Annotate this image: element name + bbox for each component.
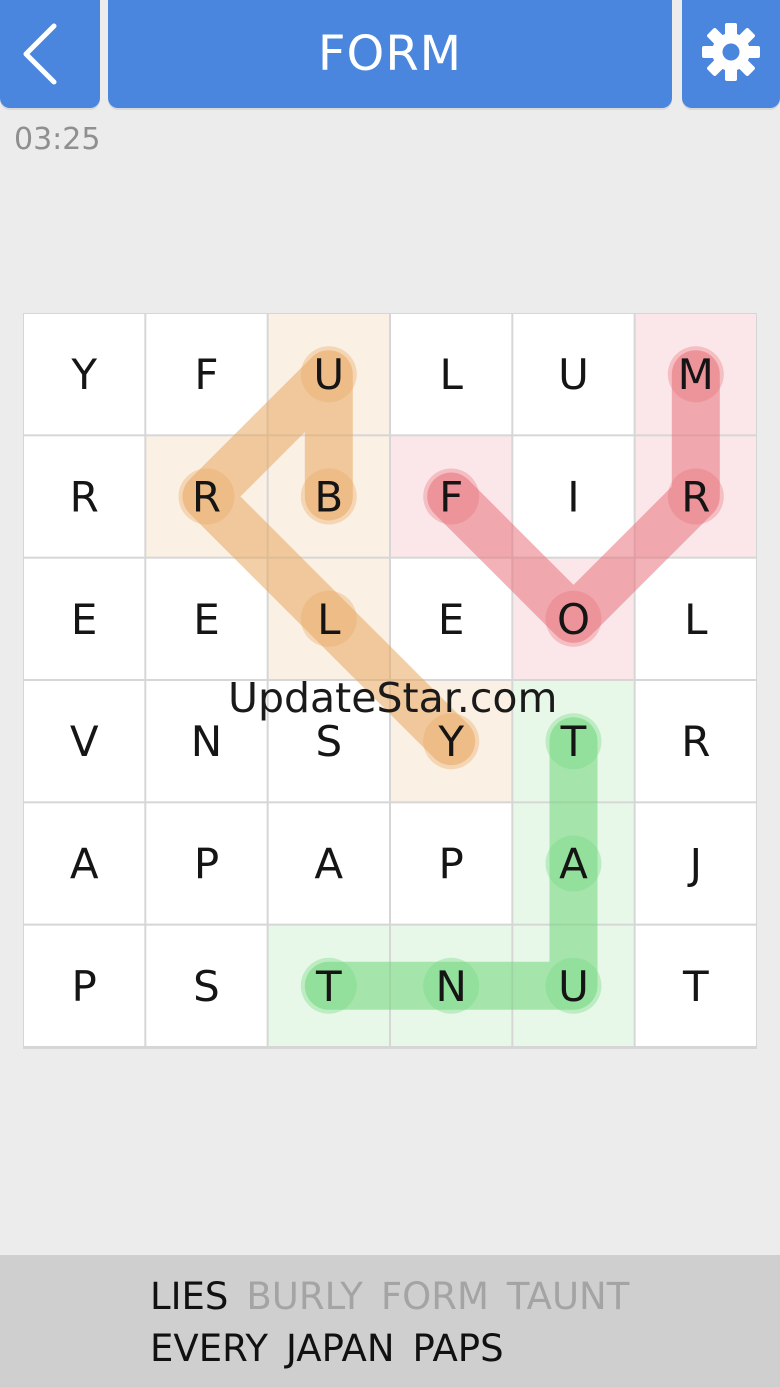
grid-letter: U [558,350,589,399]
title-bar: FORM [108,0,672,108]
word-list-item: PAPS [412,1327,504,1370]
grid-letter: P [439,840,464,889]
grid-letter: E [438,595,465,644]
grid-letter: U [558,962,589,1011]
word-list-item: LIES [150,1275,229,1318]
watermark: UpdateStar.com [228,674,558,722]
grid-letter: T [682,962,709,1011]
grid-letter: E [193,595,220,644]
timer: 03:25 [14,122,101,157]
word-list-item: TAUNT [506,1275,630,1318]
grid-letter: Y [437,717,464,766]
grid-letter: V [70,717,99,766]
chevron-left-icon [20,22,60,86]
grid-letter: S [315,717,342,766]
word-list-item: EVERY [150,1327,269,1370]
word-list-item: JAPAN [286,1327,395,1370]
grid-letter: S [193,962,220,1011]
grid-letter: J [687,840,702,889]
grid-letter: L [439,350,463,399]
grid-letter: E [71,595,98,644]
word-list-row: LIES BURLY FORM TAUNT [150,1275,647,1318]
grid-letter: R [681,473,710,522]
grid-letter: L [684,595,708,644]
grid-letter: P [194,840,219,889]
grid-letter: A [70,840,99,889]
grid-letter: R [192,473,221,522]
grid-letter: Y [70,350,97,399]
page-title: FORM [317,26,463,82]
grid-letter: A [314,840,343,889]
grid-letter: O [557,595,590,644]
grid-letter: B [314,473,343,522]
grid-letter: T [315,962,342,1011]
grid-letter: A [559,840,588,889]
word-list-panel: LIES BURLY FORM TAUNT EVERY JAPAN PAPS [0,1255,780,1387]
word-list-item: BURLY [246,1275,363,1318]
grid-letter: L [317,595,341,644]
grid-letter: P [72,962,97,1011]
gear-icon [700,21,762,83]
grid-letter: M [678,350,714,399]
grid-letter: N [191,717,222,766]
word-list-row: EVERY JAPAN PAPS [150,1327,522,1370]
grid-letter: I [567,473,579,522]
settings-button[interactable] [682,0,780,108]
grid-letter: R [70,473,99,522]
grid-letter: F [194,350,218,399]
grid-letter: F [439,473,463,522]
back-button[interactable] [0,0,100,108]
grid-letter: N [435,962,466,1011]
grid-letter: U [313,350,344,399]
grid-letter: R [681,717,710,766]
word-list-item: FORM [380,1275,489,1318]
grid-letter: T [560,717,587,766]
